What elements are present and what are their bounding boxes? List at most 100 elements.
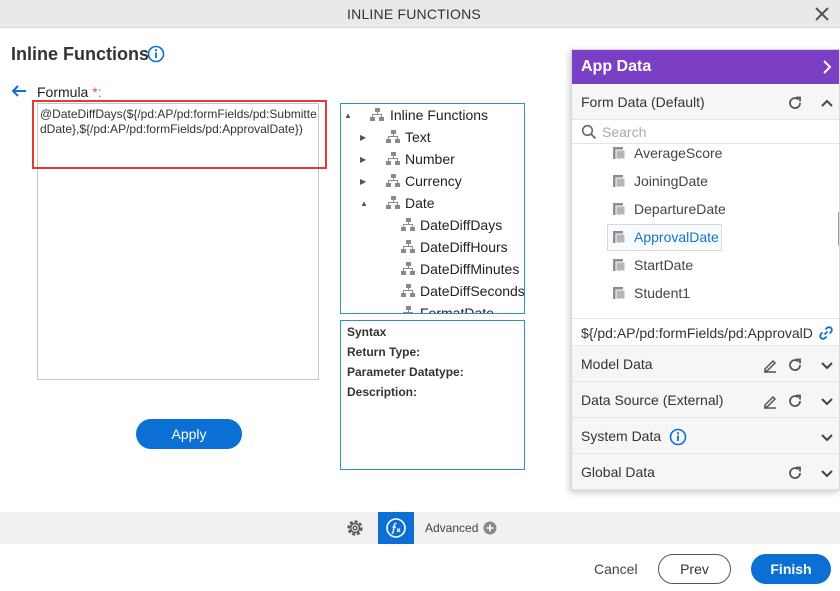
refresh-icon[interactable] <box>787 393 803 409</box>
field-item-averagescore[interactable]: AverageScore <box>612 141 752 165</box>
refresh-icon[interactable] <box>787 465 803 481</box>
hierarchy-icon <box>401 284 415 297</box>
tree-item-label: Number <box>405 151 455 167</box>
refresh-icon[interactable] <box>787 357 803 373</box>
field-item-departuredate[interactable]: DepartureDate <box>612 197 752 221</box>
apply-button[interactable]: Apply <box>136 419 242 449</box>
field-item-student1[interactable]: Student1 <box>612 281 752 305</box>
field-icon <box>613 259 626 272</box>
pencil-icon[interactable] <box>762 393 778 409</box>
expand-icon[interactable]: ▶ <box>360 149 372 171</box>
search-icon <box>581 124 597 140</box>
app-data-panel: App Data Form Data (Default) AverageScor… <box>571 49 840 491</box>
data-source-label: Data Source (External) <box>581 392 724 408</box>
gear-icon[interactable] <box>344 517 366 539</box>
formula-label: Formula *: <box>37 84 102 100</box>
plus-circle-icon[interactable] <box>483 521 497 535</box>
chevron-down-icon[interactable] <box>819 465 835 481</box>
hierarchy-icon <box>401 262 415 275</box>
description-label: Description: <box>347 385 418 399</box>
field-icon <box>613 203 626 216</box>
syntax-panel: Syntax Return Type: Parameter Datatype: … <box>340 320 525 470</box>
hierarchy-icon <box>386 196 400 209</box>
info-icon[interactable] <box>669 428 687 446</box>
field-icon <box>613 287 626 300</box>
hierarchy-icon <box>386 130 400 143</box>
chevron-right-icon[interactable] <box>821 59 833 75</box>
tree-item-inline-functions[interactable]: ▲ Inline Functions <box>341 104 524 126</box>
hierarchy-icon <box>370 108 384 121</box>
hierarchy-icon <box>401 240 415 253</box>
model-data-section[interactable]: Model Data <box>572 346 839 382</box>
chevron-down-icon[interactable] <box>819 393 835 409</box>
advanced-toggle[interactable]: Advanced <box>425 521 478 535</box>
tree-item-formatdate[interactable]: FormatDate <box>341 302 524 313</box>
parameter-datatype-label: Parameter Datatype: <box>347 365 464 379</box>
tree-item-datediffseconds[interactable]: DateDiffSeconds <box>341 280 524 302</box>
tree-item-label: Inline Functions <box>390 107 489 123</box>
tree-item-datediffminutes[interactable]: DateDiffMinutes <box>341 258 524 280</box>
bottom-toolbar <box>0 512 840 544</box>
form-data-section[interactable]: Form Data (Default) <box>572 84 839 120</box>
hierarchy-icon <box>386 174 400 187</box>
link-icon[interactable] <box>818 325 834 341</box>
prev-button[interactable]: Prev <box>658 554 731 584</box>
app-data-title: App Data <box>581 58 652 75</box>
formula-highlight-box <box>32 100 327 169</box>
function-tree[interactable]: ▲ Inline Functions ▶ Text ▶ Number ▶ Cur… <box>340 103 525 314</box>
tree-item-label: DateDiffMinutes <box>420 261 520 277</box>
expand-icon[interactable]: ▶ <box>360 127 372 149</box>
selected-path-row: ${/pd:AP/pd:formFields/pd:ApprovalDate} <box>572 318 839 346</box>
tree-item-number[interactable]: ▶ Number <box>341 148 524 170</box>
field-label: Student1 <box>634 285 691 301</box>
tree-item-text[interactable]: ▶ Text <box>341 126 524 148</box>
chevron-up-icon[interactable] <box>819 95 835 111</box>
field-label: AverageScore <box>634 145 723 161</box>
tree-item-label: DateDiffHours <box>420 239 508 255</box>
tree-item-label: DateDiffDays <box>420 217 503 233</box>
expand-icon[interactable]: ▶ <box>360 171 372 193</box>
collapse-icon[interactable]: ▲ <box>344 105 356 127</box>
tree-item-label: Date <box>405 195 435 211</box>
field-item-approvaldate[interactable]: ApprovalDate <box>607 224 722 251</box>
collapse-icon[interactable]: ▲ <box>360 193 372 215</box>
dialog-header: INLINE FUNCTIONS <box>0 0 840 28</box>
hierarchy-icon <box>386 152 400 165</box>
cancel-button[interactable]: Cancel <box>594 561 638 577</box>
field-label: DepartureDate <box>634 201 726 217</box>
tree-item-currency[interactable]: ▶ Currency <box>341 170 524 192</box>
global-data-section[interactable]: Global Data <box>572 454 839 490</box>
finish-button[interactable]: Finish <box>751 554 831 584</box>
refresh-icon[interactable] <box>787 95 803 111</box>
tree-item-date[interactable]: ▲ Date <box>341 192 524 214</box>
data-source-section[interactable]: Data Source (External) <box>572 382 839 418</box>
search-input[interactable] <box>602 122 822 142</box>
field-icon <box>613 147 626 160</box>
selected-path-value[interactable]: ${/pd:AP/pd:formFields/pd:ApprovalDate} <box>581 325 813 341</box>
dialog-title: INLINE FUNCTIONS <box>347 6 481 22</box>
close-icon[interactable] <box>812 4 832 24</box>
back-arrow-icon[interactable] <box>10 83 28 99</box>
formula-label-text: Formula <box>37 84 89 100</box>
field-item-joiningdate[interactable]: JoiningDate <box>612 169 752 193</box>
info-icon[interactable] <box>147 45 165 63</box>
field-icon <box>613 231 626 244</box>
pencil-icon[interactable] <box>762 357 778 373</box>
chevron-down-icon[interactable] <box>819 429 835 445</box>
global-data-label: Global Data <box>581 464 655 480</box>
tree-item-label: Text <box>405 129 431 145</box>
hierarchy-icon <box>401 218 415 231</box>
chevron-down-icon[interactable] <box>819 357 835 373</box>
field-label: StartDate <box>634 257 694 273</box>
hierarchy-icon <box>403 306 413 313</box>
model-data-label: Model Data <box>581 356 653 372</box>
field-label: JoiningDate <box>634 173 708 189</box>
tree-item-datediffhours[interactable]: DateDiffHours <box>341 236 524 258</box>
tree-item-label: DateDiffSeconds <box>420 283 525 299</box>
system-data-section[interactable]: System Data <box>572 418 839 454</box>
inline-functions-button[interactable] <box>378 512 414 544</box>
syntax-label: Syntax <box>347 325 387 339</box>
field-item-startdate[interactable]: StartDate <box>612 253 752 277</box>
return-type-label: Return Type: <box>347 345 421 359</box>
tree-item-datediffdays[interactable]: DateDiffDays <box>341 214 524 236</box>
